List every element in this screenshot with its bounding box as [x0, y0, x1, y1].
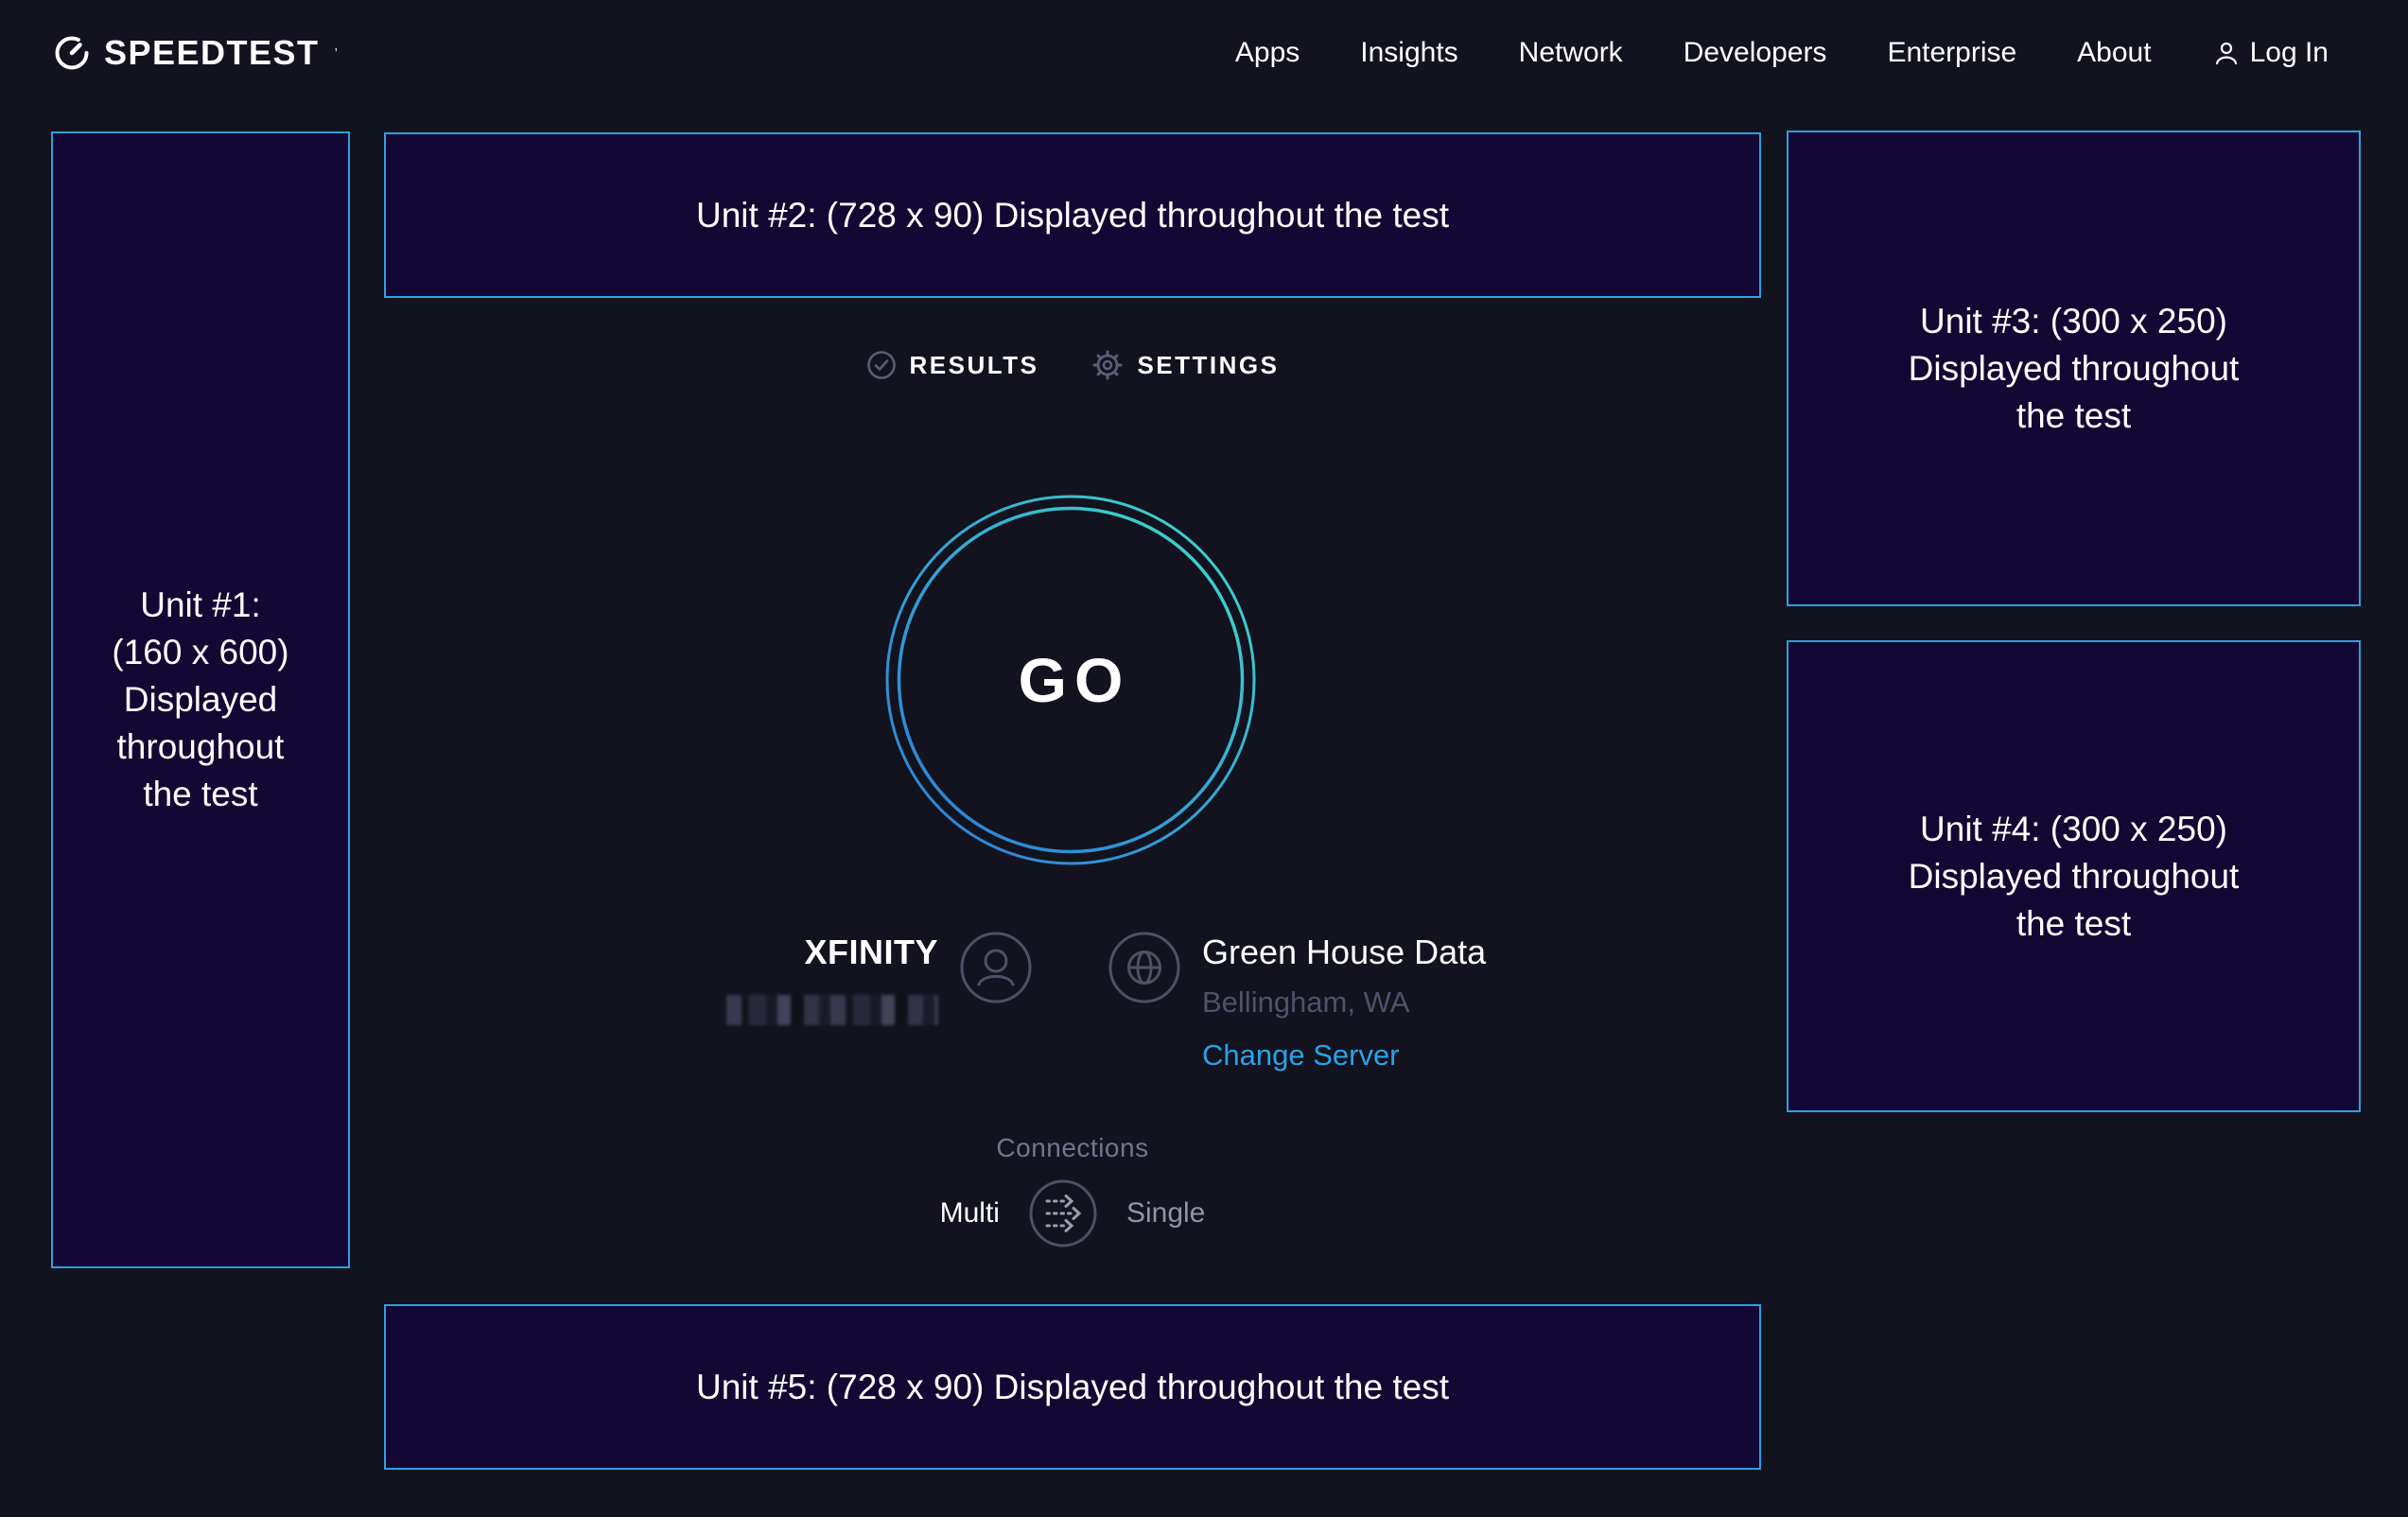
ad-text: Unit #3: (300 x 250) — [1920, 298, 2227, 345]
speedtest-page: SPEEDTEST ’ Apps Insights Network Develop… — [0, 0, 2408, 1517]
login-label: Log In — [2250, 37, 2329, 69]
ad-text: (160 x 600) — [112, 629, 288, 676]
ad-text: Unit #5: (728 x 90) Displayed throughout… — [696, 1364, 1449, 1411]
tab-results-label: RESULTS — [910, 351, 1039, 380]
go-label: GO — [885, 495, 1256, 865]
isp-name: XFINITY — [804, 933, 938, 972]
isp-texts: XFINITY — [726, 931, 938, 1025]
user-icon — [2212, 39, 2241, 67]
connections-toggle-icon[interactable] — [1028, 1178, 1098, 1248]
server-location: Bellingham, WA — [1202, 985, 1409, 1020]
nav-item-apps[interactable]: Apps — [1235, 37, 1300, 69]
speedtest-logo[interactable]: SPEEDTEST ’ — [53, 33, 338, 73]
ad-unit-5[interactable]: Unit #5: (728 x 90) Displayed throughout… — [384, 1304, 1761, 1470]
go-button[interactable]: GO — [885, 495, 1256, 865]
nav-item-developers[interactable]: Developers — [1684, 37, 1827, 69]
server-name: Green House Data — [1202, 933, 1486, 972]
ad-text: Unit #1: — [140, 582, 261, 629]
connections-label: Connections — [384, 1133, 1761, 1163]
tab-settings-label: SETTINGS — [1137, 351, 1279, 380]
connections-single-option[interactable]: Single — [1126, 1197, 1205, 1229]
ad-text: Unit #2: (728 x 90) Displayed throughout… — [696, 192, 1449, 239]
globe-icon — [1108, 931, 1181, 1004]
tab-settings[interactable]: SETTINGS — [1091, 349, 1279, 381]
ad-text: Unit #4: (300 x 250) — [1920, 806, 2227, 853]
ad-text: Displayed throughout — [1909, 345, 2240, 392]
ad-text: the test — [2016, 392, 2131, 440]
ad-text: the test — [143, 771, 257, 818]
connections-row: Multi Single — [384, 1178, 1761, 1248]
tab-results[interactable]: RESULTS — [866, 350, 1039, 380]
ad-text: Displayed throughout — [1909, 853, 2240, 900]
ad-unit-2[interactable]: Unit #2: (728 x 90) Displayed throughout… — [384, 132, 1761, 298]
server-texts: Green House Data Bellingham, WA Change S… — [1202, 931, 1486, 1072]
change-server-link[interactable]: Change Server — [1202, 1038, 1400, 1072]
nav-item-network[interactable]: Network — [1519, 37, 1623, 69]
redacted-ip-address — [726, 995, 938, 1025]
speedometer-gauge-icon — [53, 34, 91, 72]
isp-user-icon — [959, 931, 1033, 1004]
ad-unit-1[interactable]: Unit #1: (160 x 600) Displayed throughou… — [51, 131, 350, 1268]
isp-block: XFINITY — [605, 931, 1033, 1025]
ad-text: throughout — [117, 724, 285, 771]
ad-unit-3[interactable]: Unit #3: (300 x 250) Displayed throughou… — [1787, 131, 2361, 606]
gear-icon — [1091, 349, 1124, 381]
nav-item-about[interactable]: About — [2077, 37, 2151, 69]
top-nav-bar: SPEEDTEST ’ Apps Insights Network Develop… — [0, 0, 2408, 106]
connections-multi-option[interactable]: Multi — [940, 1197, 1000, 1229]
ad-unit-4[interactable]: Unit #4: (300 x 250) Displayed throughou… — [1787, 640, 2361, 1112]
nav-item-insights[interactable]: Insights — [1360, 37, 1457, 69]
logo-trademark: ’ — [335, 45, 338, 61]
logo-wordmark: SPEEDTEST — [104, 33, 320, 73]
ad-text: the test — [2016, 900, 2131, 948]
check-circle-icon — [866, 350, 897, 380]
tabs-row: RESULTS — [384, 342, 1761, 388]
main-nav: Apps Insights Network Developers Enterpr… — [1235, 37, 2329, 69]
login-button[interactable]: Log In — [2212, 37, 2329, 69]
ad-text: Displayed — [124, 676, 277, 724]
server-block: Green House Data Bellingham, WA Change S… — [1108, 931, 1486, 1072]
nav-item-enterprise[interactable]: Enterprise — [1887, 37, 2016, 69]
